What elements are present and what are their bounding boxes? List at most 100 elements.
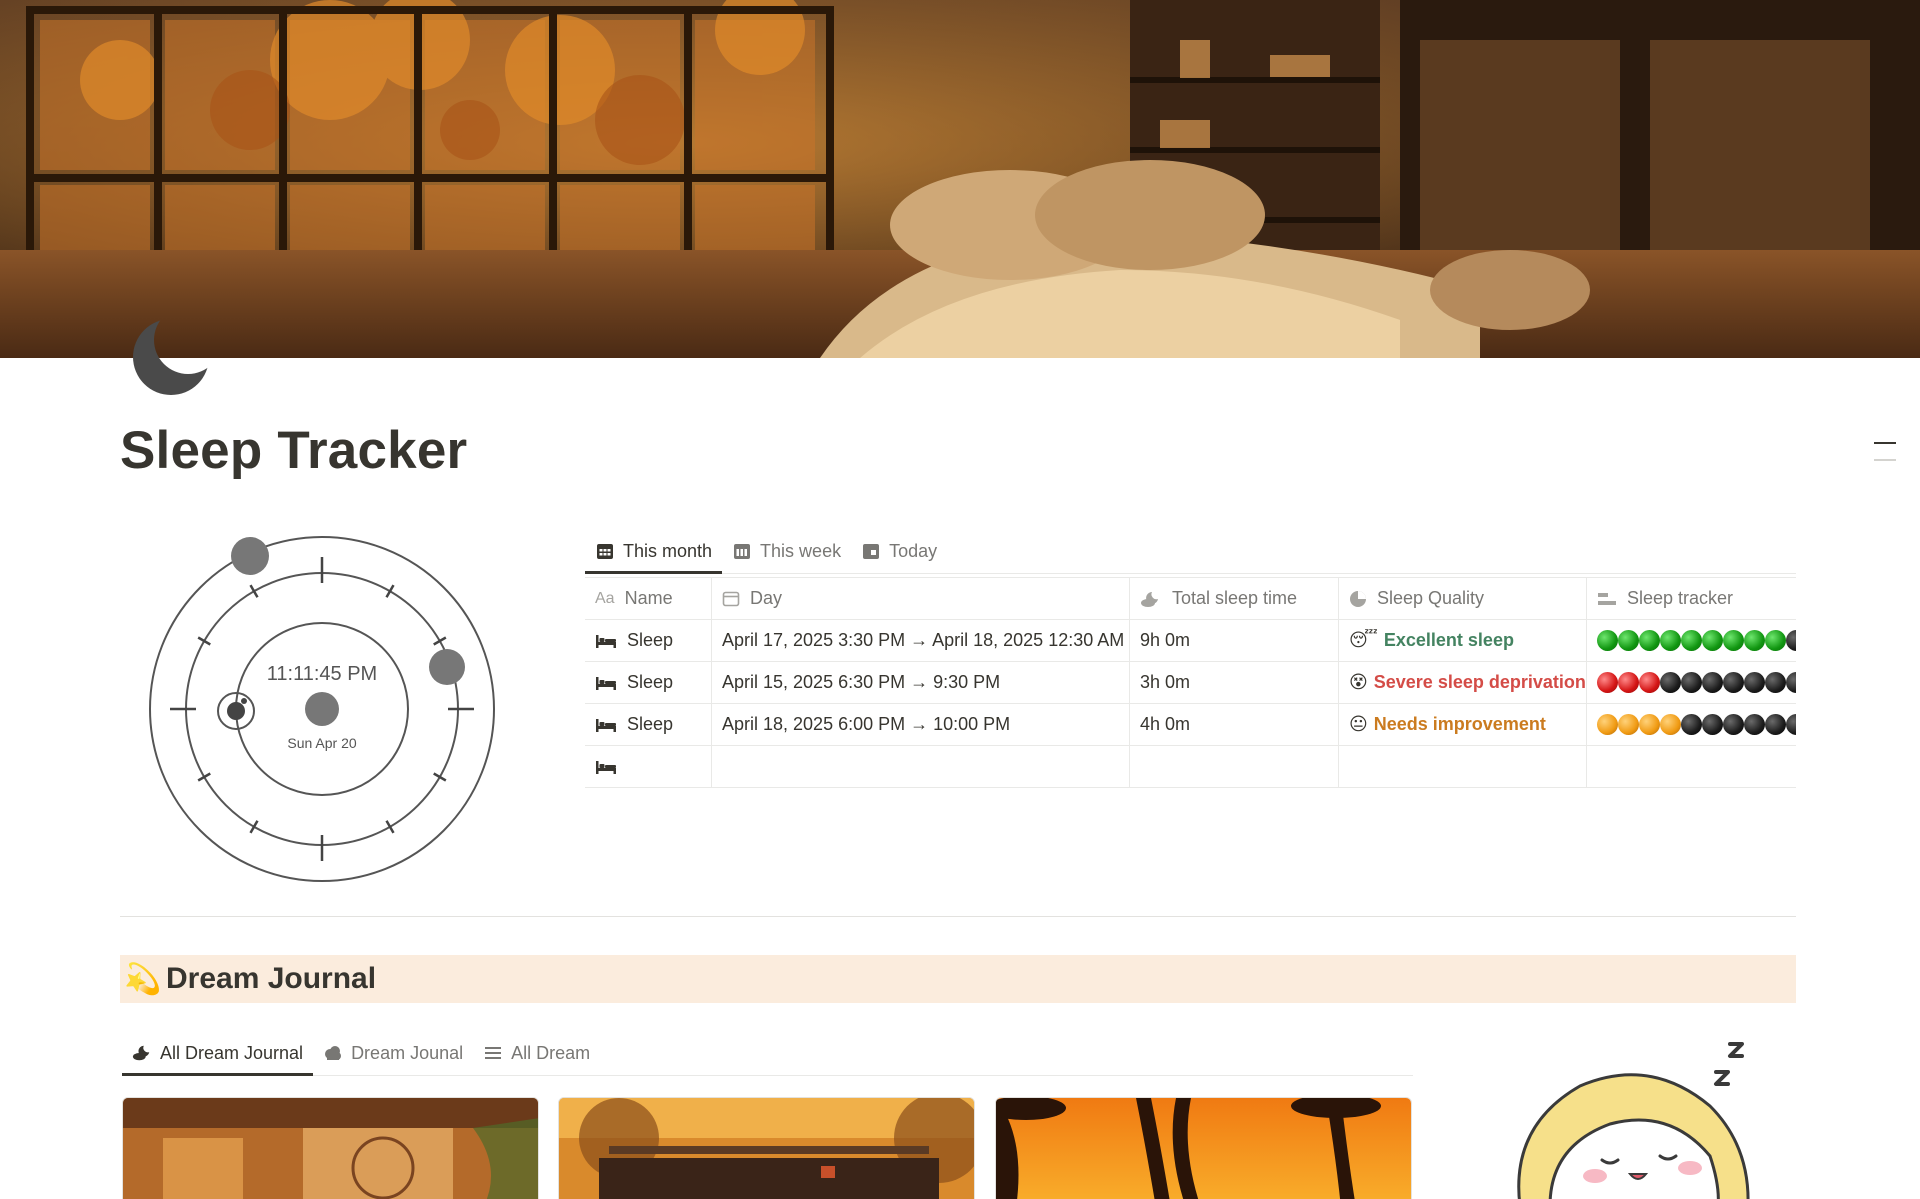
column-header-name[interactable]: Aa Name	[585, 578, 712, 619]
bed-icon	[596, 676, 616, 690]
table-row-new[interactable]	[585, 745, 1796, 787]
tracker-dot-green	[1702, 630, 1723, 651]
column-header-total-sleep[interactable]: Total sleep time	[1130, 578, 1339, 619]
clock-date: Sun Apr 20	[287, 735, 357, 751]
dream-card-bridge[interactable]	[558, 1097, 975, 1199]
table-row[interactable]: Sleep April 18, 2025 6:00 PM → 10:00 PM …	[585, 703, 1796, 745]
cell-day[interactable]: April 18, 2025 6:00 PM → 10:00 PM	[712, 704, 1130, 745]
text-aa-icon: Aa	[595, 589, 615, 607]
cloud-icon	[325, 1046, 342, 1060]
tab-label: All Dream Journal	[160, 1042, 304, 1063]
tab-label: All Dream	[511, 1042, 591, 1063]
calendar-today-icon	[863, 544, 880, 559]
sleep-table: Aa Name Day Total sleep time Sleep Quali…	[585, 577, 1796, 788]
cell-day[interactable]: April 15, 2025 6:30 PM → 9:30 PM	[712, 662, 1130, 703]
tracker-dot-black	[1744, 714, 1765, 735]
progress-bars-icon	[1598, 592, 1616, 605]
quality-emoji: 😵	[1349, 672, 1368, 692]
tracker-dot-black	[1702, 714, 1723, 735]
bed-icon	[596, 718, 616, 732]
tracker-dot-green	[1744, 630, 1765, 651]
tracker-dot-black	[1681, 672, 1702, 693]
clock-tick	[385, 584, 395, 598]
dream-journal-tabs: All Dream Journal Dream Jounal All Dream	[122, 1031, 1413, 1076]
column-header-sleep-tracker[interactable]: Sleep tracker	[1587, 578, 1796, 619]
tracker-dot-black	[1765, 714, 1786, 735]
column-header-day[interactable]: Day	[712, 578, 1130, 619]
dream-card-cafe[interactable]	[122, 1097, 539, 1199]
bed-icon	[596, 634, 616, 648]
tab-this-month[interactable]: This month	[585, 529, 723, 574]
crescent-moon-icon[interactable]	[128, 312, 218, 402]
tracker-dot-green	[1639, 630, 1660, 651]
sleep-tracker-dots	[1597, 672, 1796, 693]
tracker-dot-black	[1744, 672, 1765, 693]
page-title: Sleep Tracker	[120, 421, 468, 480]
tracker-dot-green	[1618, 630, 1639, 651]
sleep-view-tabs: This month This week Today	[585, 529, 1796, 574]
tracker-dot-black	[1786, 672, 1796, 693]
quality-emoji: 😐	[1349, 714, 1368, 734]
tracker-dot-black	[1702, 672, 1723, 693]
clock-tick	[433, 636, 447, 646]
table-row[interactable]: Sleep April 15, 2025 6:30 PM → 9:30 PM 3…	[585, 661, 1796, 703]
tracker-dot-orange	[1660, 714, 1681, 735]
sleeping-mascot-illustration	[1490, 1036, 1780, 1199]
sleep-tracker-dots	[1597, 630, 1796, 651]
cell-name[interactable]: Sleep	[585, 704, 712, 745]
cover-image	[0, 0, 1920, 358]
calendar-icon	[722, 591, 740, 606]
tracker-dot-green	[1723, 630, 1744, 651]
dizzy-star-icon: 💫	[124, 962, 162, 996]
cell-sleep-tracker[interactable]	[1587, 704, 1796, 745]
tracker-dot-red	[1618, 672, 1639, 693]
cell-name[interactable]: Sleep	[585, 662, 712, 703]
column-header-sleep-quality[interactable]: Sleep Quality	[1339, 578, 1587, 619]
cell-sleep-quality[interactable]: 😐 Needs improvement	[1339, 704, 1587, 745]
tracker-dot-black	[1786, 630, 1796, 651]
cell-name[interactable]: Sleep	[585, 620, 712, 661]
tab-dream-jounal[interactable]: Dream Jounal	[313, 1031, 473, 1075]
tracker-dot-orange	[1639, 714, 1660, 735]
tracker-dot-orange	[1597, 714, 1618, 735]
tracker-dot-green	[1660, 630, 1681, 651]
card-cover-image	[123, 1098, 538, 1199]
tab-all-dream[interactable]: All Dream	[473, 1031, 600, 1075]
sleep-tracker-dots	[1597, 714, 1796, 735]
dream-journal-title: Dream Journal	[166, 962, 377, 995]
cell-sleep-quality[interactable]: 😵 Severe sleep deprivation	[1339, 662, 1587, 703]
clock-tick	[433, 772, 447, 782]
clock-tick	[197, 772, 211, 782]
cell-total-sleep[interactable]: 3h 0m	[1130, 662, 1339, 703]
tab-today[interactable]: Today	[851, 529, 947, 573]
tab-label: This month	[623, 540, 713, 561]
tracker-dot-black	[1723, 672, 1744, 693]
tracker-dot-orange	[1618, 714, 1639, 735]
tab-label: Dream Jounal	[351, 1042, 464, 1063]
cell-day[interactable]: April 17, 2025 3:30 PM → April 18, 2025 …	[712, 620, 1130, 661]
moon-cloud-icon	[1141, 591, 1158, 607]
cell-total-sleep[interactable]: 4h 0m	[1130, 704, 1339, 745]
clock-time: 11:11:45 PM	[266, 663, 378, 685]
tab-this-week[interactable]: This week	[722, 529, 851, 573]
clock-tick	[249, 584, 259, 598]
clock-tick	[197, 636, 211, 646]
cell-total-sleep[interactable]: 9h 0m	[1130, 620, 1339, 661]
table-of-contents-toggle[interactable]	[1874, 442, 1896, 476]
dream-journal-heading: 💫 Dream Journal	[120, 955, 1796, 1003]
tab-all-dream-journal[interactable]: All Dream Journal	[122, 1031, 314, 1076]
table-row[interactable]: Sleep April 17, 2025 3:30 PM → April 18,…	[585, 619, 1796, 661]
card-cover-image	[559, 1098, 974, 1199]
orbital-clock-widget: 11:11:45 PM Sun Apr 20	[140, 527, 504, 891]
cell-sleep-tracker[interactable]	[1587, 620, 1796, 661]
tab-label: Today	[889, 540, 938, 561]
tracker-dot-black	[1765, 672, 1786, 693]
quality-label: Severe sleep deprivation	[1373, 672, 1586, 692]
status-circle-icon	[1350, 590, 1366, 607]
tracker-dot-red	[1639, 672, 1660, 693]
dream-card-sunset[interactable]	[995, 1097, 1412, 1199]
tracker-dot-green	[1765, 630, 1786, 651]
section-divider	[120, 916, 1796, 917]
cell-sleep-quality[interactable]: 😴 Excellent sleep	[1339, 620, 1587, 661]
cell-sleep-tracker[interactable]	[1587, 662, 1796, 703]
